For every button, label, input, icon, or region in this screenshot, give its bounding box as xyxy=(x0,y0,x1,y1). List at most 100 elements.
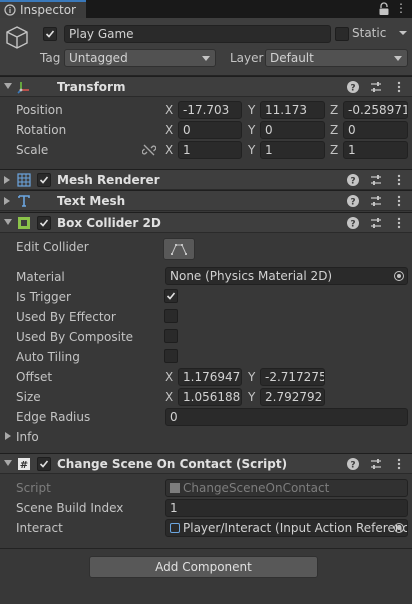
axis-y-label[interactable]: Y xyxy=(248,370,255,384)
interact-field[interactable]: Player/Interact (Input Action Reference) xyxy=(165,519,408,537)
kebab-menu-icon[interactable] xyxy=(392,80,406,94)
text-mesh-header[interactable]: Text Mesh ? xyxy=(0,190,412,211)
presets-icon[interactable] xyxy=(369,173,383,187)
divider xyxy=(0,548,412,549)
auto-tiling-checkbox[interactable] xyxy=(164,349,178,363)
presets-icon[interactable] xyxy=(369,216,383,230)
material-field[interactable]: None (Physics Material 2D) xyxy=(165,267,408,285)
position-x-field[interactable]: -17.703 xyxy=(178,101,242,119)
size-label: Size xyxy=(16,390,41,404)
material-value: None (Physics Material 2D) xyxy=(170,269,333,283)
name-field[interactable]: Play Game xyxy=(64,25,331,43)
scale-y-field[interactable]: 1 xyxy=(260,141,325,159)
position-z-field[interactable]: -0.258971 xyxy=(343,101,408,119)
script-file-icon xyxy=(170,483,180,493)
axis-z-label[interactable]: Z xyxy=(330,123,338,137)
used-by-composite-checkbox[interactable] xyxy=(164,329,178,343)
rotation-x-field[interactable]: 0 xyxy=(178,121,242,139)
foldout-arrow-icon[interactable] xyxy=(4,197,10,205)
foldout-arrow-icon[interactable] xyxy=(5,432,11,440)
script-field: ChangeSceneOnContact xyxy=(165,479,408,497)
mesh-renderer-enabled-checkbox[interactable] xyxy=(37,173,51,187)
is-trigger-label: Is Trigger xyxy=(16,290,71,304)
foldout-arrow-icon[interactable] xyxy=(4,176,10,184)
help-icon[interactable]: ? xyxy=(346,457,360,471)
box-collider-title: Box Collider 2D xyxy=(57,216,161,230)
kebab-menu-icon[interactable] xyxy=(392,216,406,230)
component-header-icons: ? xyxy=(346,457,406,471)
scale-label: Scale xyxy=(16,143,49,157)
svg-text:?: ? xyxy=(350,220,355,230)
used-by-effector-checkbox[interactable] xyxy=(164,309,178,323)
foldout-arrow-icon[interactable] xyxy=(4,219,12,225)
object-picker-icon[interactable] xyxy=(394,523,404,533)
kebab-menu-icon[interactable] xyxy=(392,194,406,208)
svg-text:?: ? xyxy=(350,84,355,94)
interact-label: Interact xyxy=(16,521,63,535)
edit-collider-button[interactable] xyxy=(163,238,195,260)
tab-inspector[interactable]: Inspector xyxy=(0,0,86,18)
add-component-button[interactable]: Add Component xyxy=(89,556,318,578)
kebab-menu-icon[interactable] xyxy=(392,457,406,471)
box-collider-header[interactable]: Box Collider 2D ? xyxy=(0,212,412,233)
transform-header[interactable]: Transform ? xyxy=(0,76,412,97)
help-icon[interactable]: ? xyxy=(346,80,360,94)
mesh-renderer-header[interactable]: Mesh Renderer ? xyxy=(0,169,412,190)
active-checkbox[interactable] xyxy=(43,27,57,41)
axis-x-label[interactable]: X xyxy=(165,143,173,157)
axis-y-label[interactable]: Y xyxy=(248,390,255,404)
object-picker-icon[interactable] xyxy=(394,271,404,281)
offset-x-field[interactable]: 1.176947 xyxy=(178,368,242,386)
presets-icon[interactable] xyxy=(369,194,383,208)
tag-dropdown[interactable]: Untagged xyxy=(64,49,216,67)
help-icon[interactable]: ? xyxy=(346,194,360,208)
change-scene-header[interactable]: # Change Scene On Contact (Script) ? xyxy=(0,453,412,474)
size-y-field[interactable]: 2.792792 xyxy=(260,388,325,406)
rotation-y-field[interactable]: 0 xyxy=(260,121,325,139)
static-checkbox[interactable] xyxy=(335,27,349,41)
offset-label: Offset xyxy=(16,370,53,384)
edge-radius-field[interactable]: 0 xyxy=(165,408,408,426)
more-options-icon[interactable]: ⋮ xyxy=(394,1,408,15)
axis-y-label[interactable]: Y xyxy=(248,143,255,157)
presets-icon[interactable] xyxy=(369,80,383,94)
axis-x-label[interactable]: X xyxy=(165,123,173,137)
scale-x-field[interactable]: 1 xyxy=(178,141,242,159)
help-icon[interactable]: ? xyxy=(346,216,360,230)
lock-icon[interactable] xyxy=(378,2,390,16)
axis-z-label[interactable]: Z xyxy=(330,143,338,157)
is-trigger-checkbox[interactable] xyxy=(164,289,178,303)
auto-tiling-label: Auto Tiling xyxy=(16,350,80,364)
axis-x-label[interactable]: X xyxy=(165,103,173,117)
kebab-menu-icon[interactable] xyxy=(392,173,406,187)
layer-dropdown[interactable]: Default xyxy=(265,49,408,67)
interact-value: Player/Interact (Input Action Reference) xyxy=(183,521,408,535)
change-scene-title: Change Scene On Contact (Script) xyxy=(57,457,288,471)
offset-y-field[interactable]: -2.717275 xyxy=(260,368,325,386)
script-value: ChangeSceneOnContact xyxy=(183,481,330,495)
script-label: Script xyxy=(16,481,51,495)
position-y-field[interactable]: 11.173 xyxy=(260,101,325,119)
foldout-arrow-icon[interactable] xyxy=(4,83,12,89)
info-foldout-label[interactable]: Info xyxy=(16,430,39,444)
used-by-effector-label: Used By Effector xyxy=(16,310,116,324)
position-label: Position xyxy=(16,103,63,117)
axis-x-label[interactable]: X xyxy=(165,390,173,404)
change-scene-enabled-checkbox[interactable] xyxy=(37,457,51,471)
help-icon[interactable]: ? xyxy=(346,173,360,187)
axis-x-label[interactable]: X xyxy=(165,370,173,384)
static-dropdown-icon[interactable] xyxy=(397,26,409,40)
info-icon xyxy=(4,4,16,16)
rotation-z-field[interactable]: 0 xyxy=(343,121,408,139)
presets-icon[interactable] xyxy=(369,457,383,471)
foldout-arrow-icon[interactable] xyxy=(4,460,12,466)
axis-z-label[interactable]: Z xyxy=(330,103,338,117)
size-x-field[interactable]: 1.056188 xyxy=(178,388,242,406)
scene-build-index-field[interactable]: 1 xyxy=(165,499,408,517)
axis-y-label[interactable]: Y xyxy=(248,123,255,137)
box-collider-enabled-checkbox[interactable] xyxy=(37,216,51,230)
edit-collider-icon xyxy=(171,244,187,255)
axis-y-label[interactable]: Y xyxy=(248,103,255,117)
scale-z-field[interactable]: 1 xyxy=(343,141,408,159)
link-scale-icon[interactable] xyxy=(141,143,157,157)
